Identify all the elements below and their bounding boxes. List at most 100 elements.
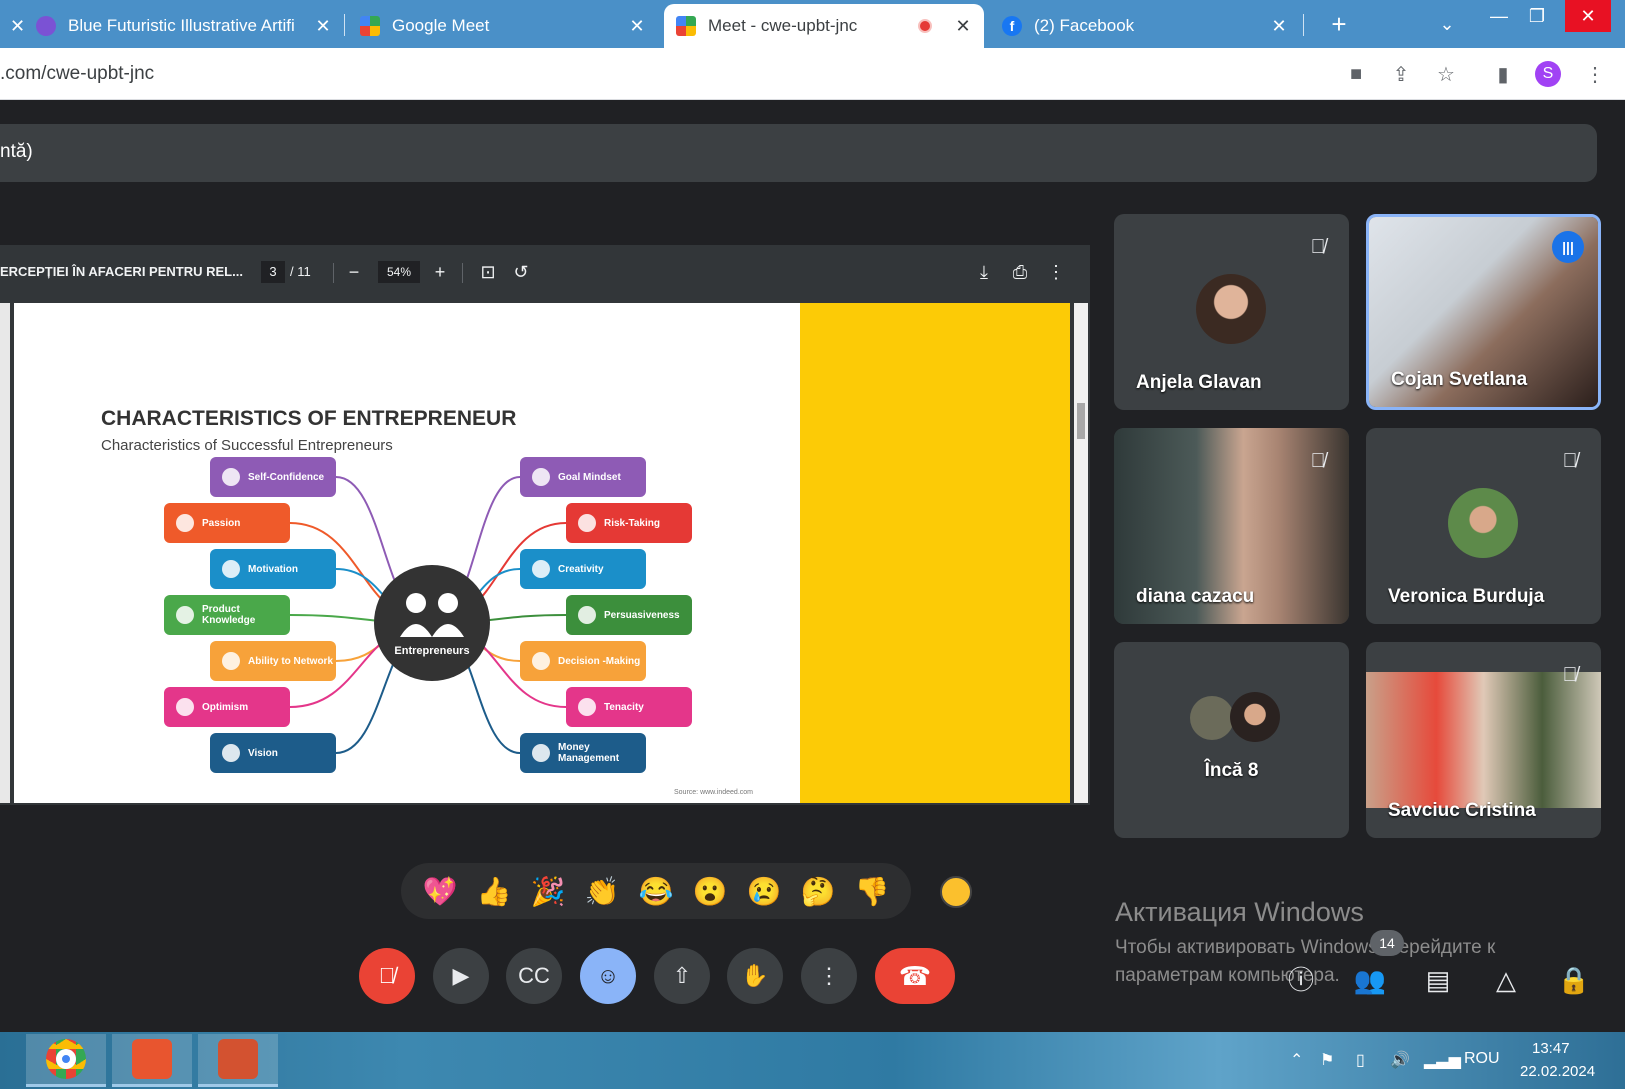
mindmap-item-icon <box>176 606 194 624</box>
close-icon[interactable]: ✕ <box>954 16 972 37</box>
download-icon[interactable]: ⤓ <box>972 260 996 284</box>
reaction-emoji[interactable]: 🤔 <box>798 875 838 908</box>
mindmap-item-icon <box>176 514 194 532</box>
mindmap-item-label: Persuasiveness <box>604 609 680 621</box>
camera-button[interactable]: ▶ <box>433 948 489 1004</box>
reaction-emoji[interactable]: 😮 <box>690 875 730 908</box>
close-icon[interactable]: ✕ <box>628 16 646 37</box>
print-icon[interactable]: ⎙ <box>1008 260 1032 284</box>
mindmap-item-icon <box>222 652 240 670</box>
restore-button[interactable]: ❐ <box>1514 0 1560 32</box>
share-icon[interactable]: ⇪ <box>1388 61 1414 87</box>
info-icon[interactable]: ⓘ <box>1281 960 1321 1000</box>
mindmap-item-right-5: Tenacity <box>566 687 692 727</box>
mindmap-item-right-2: Creativity <box>520 549 646 589</box>
mindmap-item-label: Optimism <box>202 701 249 713</box>
tray-volume-icon[interactable]: 🔊 <box>1390 1050 1410 1070</box>
reaction-emoji[interactable]: 👎 <box>852 875 892 908</box>
tray-network-icon[interactable]: ▂▃▅ <box>1424 1050 1461 1070</box>
mindmap-item-left-1: Passion <box>164 503 290 543</box>
pdf-zoom-input[interactable]: 54% <box>378 261 420 283</box>
mic-off-icon: 🎙̸ <box>1310 236 1326 258</box>
adobe-reader-taskbar-icon[interactable] <box>112 1034 192 1087</box>
reactions-bar: 💖 👍 🎉 👏 😂 😮 😢 🤔 👎 <box>401 863 911 919</box>
participant-tile[interactable]: 🎙̸ diana cazacu <box>1114 428 1349 624</box>
reaction-emoji[interactable]: 👏 <box>582 875 622 908</box>
more-options-button[interactable]: ⋮ <box>801 948 857 1004</box>
raise-hand-button[interactable]: ✋ <box>727 948 783 1004</box>
close-icon[interactable]: ✕ <box>314 16 332 37</box>
side-panel-icon[interactable]: ▮ <box>1490 61 1516 87</box>
avatar <box>1448 488 1518 558</box>
people-icon[interactable]: 👥 <box>1350 960 1390 1000</box>
mindmap-item-icon <box>222 560 240 578</box>
tab-meet-active[interactable]: Meet - cwe-upbt-jnc ✕ <box>664 4 984 48</box>
more-vert-icon[interactable]: ⋮ <box>1044 260 1068 284</box>
pdf-left-scrollbar[interactable] <box>0 303 10 803</box>
reaction-emoji[interactable]: 😢 <box>744 875 784 908</box>
pdf-page-input[interactable]: 3 <box>261 261 285 283</box>
skin-tone-button[interactable] <box>940 876 972 908</box>
host-controls-lock-icon[interactable]: 🔒 <box>1554 960 1594 1000</box>
mindmap-item-label: Passion <box>202 517 241 529</box>
end-call-button[interactable]: ☎ <box>875 948 955 1004</box>
mindmap-item-icon <box>578 514 596 532</box>
zoom-in-icon[interactable]: + <box>428 260 452 284</box>
close-icon[interactable]: ✕ <box>1270 16 1288 37</box>
bookmark-star-icon[interactable]: ☆ <box>1433 61 1459 87</box>
tray-language[interactable]: ROU <box>1464 1050 1500 1068</box>
mindmap-center-node: Entrepreneurs <box>374 565 490 681</box>
mindmap-item-label: Creativity <box>558 563 604 575</box>
tray-battery-icon[interactable]: ▯ <box>1356 1050 1365 1070</box>
powerpoint-taskbar-icon[interactable] <box>198 1034 278 1087</box>
camera-icon[interactable]: ■ <box>1343 61 1369 87</box>
profile-avatar[interactable]: S <box>1535 61 1561 87</box>
tab-search-chevron-icon[interactable]: ⌄ <box>1424 8 1470 40</box>
tray-flag-icon[interactable]: ⚑ <box>1320 1050 1334 1070</box>
more-vert-icon[interactable]: ⋮ <box>1582 61 1608 87</box>
rotate-icon[interactable]: ↺ <box>509 260 533 284</box>
tab-blue-futuristic[interactable]: Blue Futuristic Illustrative Artifi ✕ <box>24 4 344 48</box>
participant-tile-speaking[interactable]: ||| Cojan Svetlana <box>1366 214 1601 410</box>
new-tab-button[interactable]: + <box>1316 8 1362 40</box>
chat-icon[interactable]: ▤ <box>1418 960 1458 1000</box>
captions-button[interactable]: CC <box>506 948 562 1004</box>
chrome-taskbar-icon[interactable] <box>26 1034 106 1087</box>
participant-video <box>1366 672 1601 808</box>
participant-name: Savciuc Cristina <box>1388 800 1536 821</box>
address-bar: .com/cwe-upbt-jnc ■ ⇪ ☆ ▮ S ⋮ <box>0 48 1625 100</box>
emoji-reaction-button[interactable]: ☺ <box>580 948 636 1004</box>
mindmap-item-label: Tenacity <box>604 701 644 713</box>
reaction-emoji[interactable]: 😂 <box>636 875 676 908</box>
participant-tile[interactable]: 🎙̸ Veronica Burduja <box>1366 428 1601 624</box>
pdf-page-total: / 11 <box>290 264 311 279</box>
avatar <box>1196 274 1266 344</box>
activities-icon[interactable]: △ <box>1486 960 1526 1000</box>
clock-time[interactable]: 13:47 <box>1532 1040 1570 1057</box>
mic-off-icon: 🎙̸ <box>1562 664 1578 686</box>
zoom-out-icon[interactable]: − <box>342 260 366 284</box>
close-window-button[interactable]: ✕ <box>1565 0 1611 32</box>
tray-expand-icon[interactable]: ⌃ <box>1290 1050 1303 1070</box>
slide-title: CHARACTERISTICS OF ENTREPRENEUR <box>101 407 517 430</box>
mindmap-item-left-2: Motivation <box>210 549 336 589</box>
participant-tile-more[interactable]: Încă 8 <box>1114 642 1349 838</box>
mindmap-item-icon <box>222 468 240 486</box>
tab-google-meet[interactable]: Google Meet ✕ <box>348 4 658 48</box>
reaction-emoji[interactable]: 💖 <box>420 875 460 908</box>
tab-close-partial[interactable]: ✕ <box>0 4 25 48</box>
meet-main: ntă) ERCEPȚIEI ÎN AFACERI PENTRU REL... … <box>0 100 1625 1032</box>
clock-date[interactable]: 22.02.2024 <box>1520 1063 1595 1080</box>
participant-tile[interactable]: 🎙̸ Savciuc Cristina <box>1366 642 1601 838</box>
tab-facebook[interactable]: f (2) Facebook ✕ <box>990 4 1300 48</box>
mic-off-button[interactable]: 🎙̸ <box>359 948 415 1004</box>
pdf-scrollbar[interactable] <box>1074 303 1088 803</box>
fit-page-icon[interactable]: ⊡ <box>476 260 500 284</box>
present-button[interactable]: ⇧ <box>654 948 710 1004</box>
reaction-emoji[interactable]: 🎉 <box>528 875 568 908</box>
mindmap-connectors <box>289 476 567 754</box>
mindmap-item-left-3: Product Knowledge <box>164 595 290 635</box>
reaction-emoji[interactable]: 👍 <box>474 875 514 908</box>
url-field[interactable]: .com/cwe-upbt-jnc <box>0 63 154 85</box>
participant-tile[interactable]: 🎙̸ Anjela Glavan <box>1114 214 1349 410</box>
